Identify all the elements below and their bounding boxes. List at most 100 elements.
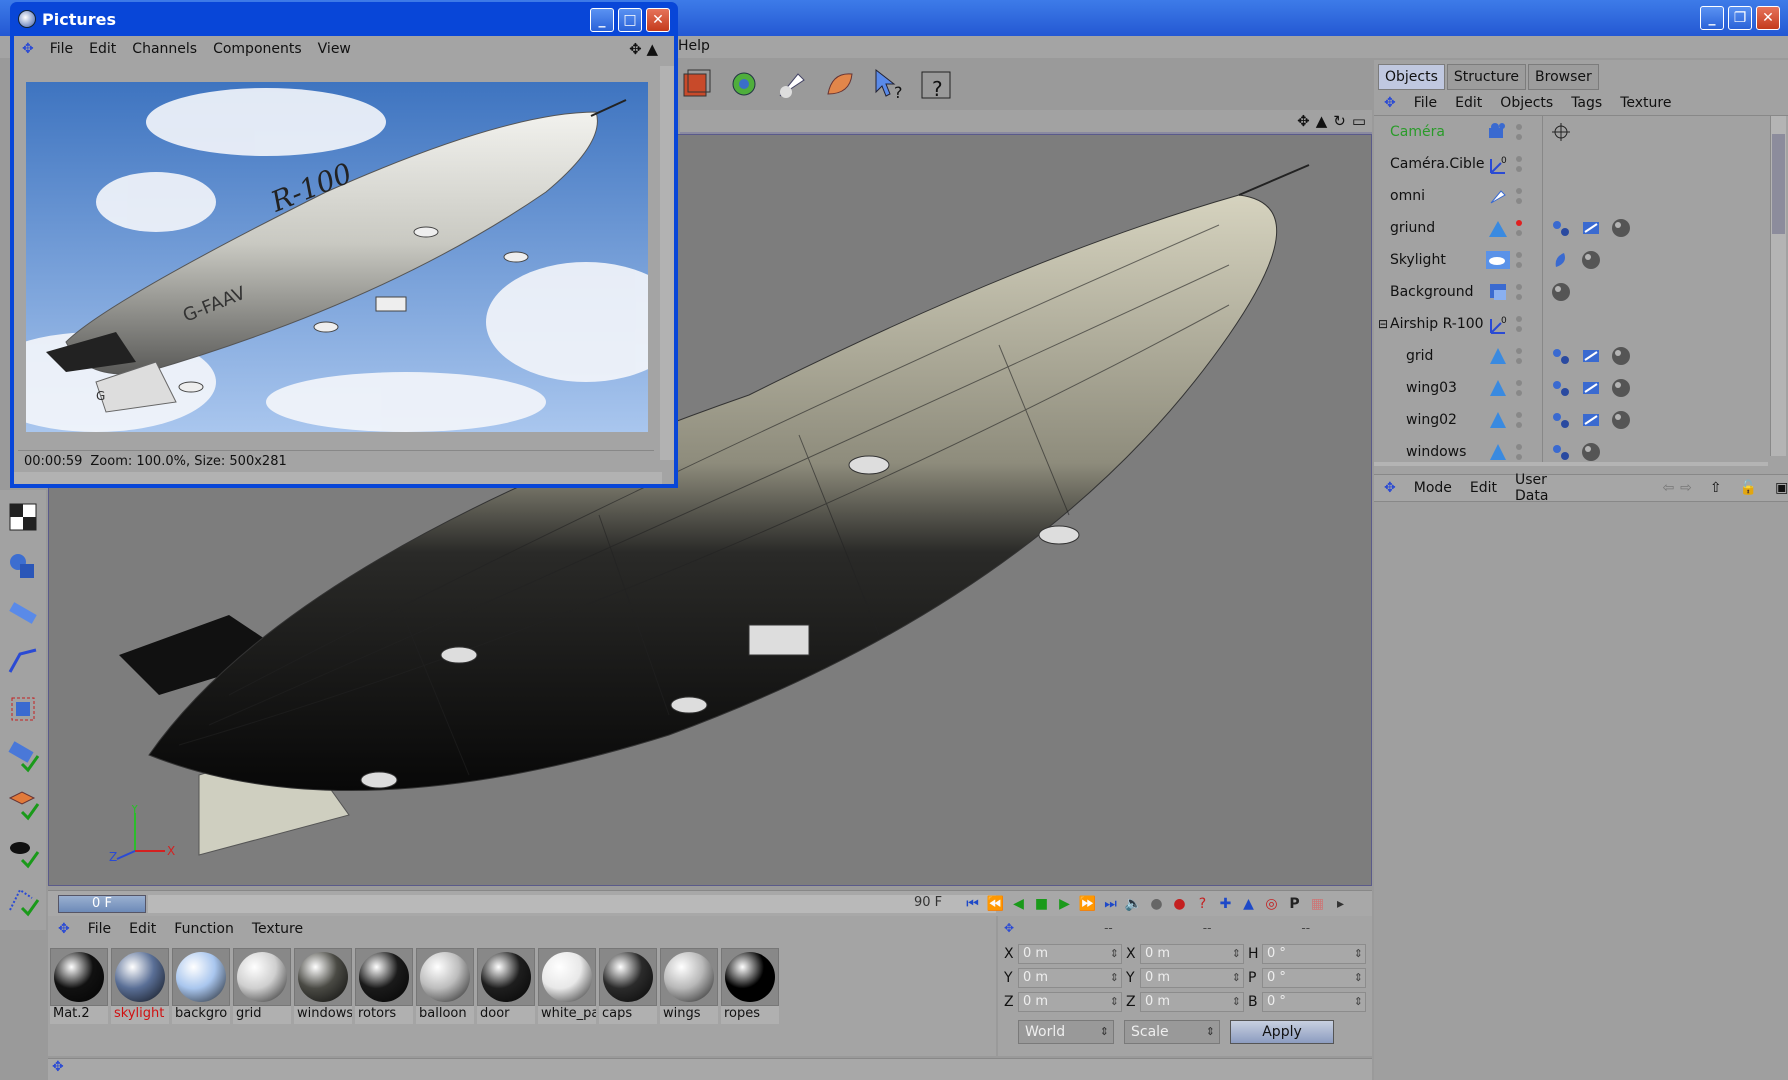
tab-objects[interactable]: Objects [1378, 64, 1445, 90]
material-tag-icon[interactable] [1608, 215, 1634, 241]
workplane-icon[interactable] [4, 880, 42, 922]
pictures-menu-components[interactable]: Components [213, 41, 302, 57]
back-arrow-icon[interactable]: ⇦ [1662, 480, 1674, 496]
position-key-icon[interactable]: ✚ [1215, 893, 1236, 915]
maximize-view-icon[interactable]: ▭ [1352, 112, 1366, 130]
am-menu-mode[interactable]: Mode [1414, 480, 1452, 496]
restore-icon[interactable]: ❐ [1728, 6, 1752, 30]
edge-tool-icon[interactable] [4, 592, 42, 634]
visibility-dots[interactable] [1516, 407, 1524, 433]
background-icon[interactable] [1484, 279, 1512, 305]
render-settings-icon[interactable] [724, 64, 764, 104]
texture-tag-icon[interactable] [1548, 247, 1574, 273]
material-item[interactable]: windows [294, 948, 352, 1024]
material-swatch[interactable] [50, 948, 108, 1006]
context-help-icon[interactable]: ? [916, 64, 956, 104]
am-menu-edit[interactable]: Edit [1470, 480, 1497, 496]
snap-icon[interactable] [4, 784, 42, 826]
material-swatch[interactable] [599, 948, 657, 1006]
coord-rot-input[interactable]: 0 ° [1262, 968, 1366, 988]
close-icon[interactable]: ✕ [646, 8, 670, 32]
coord-menu-icon[interactable]: ✥ [1004, 921, 1014, 935]
material-tag-icon[interactable] [1608, 343, 1634, 369]
coord-pos-input[interactable]: 0 m [1018, 944, 1122, 964]
om-menu-objects[interactable]: Objects [1500, 95, 1553, 111]
coord-rot-input[interactable]: 0 ° [1262, 992, 1366, 1012]
om-menu-file[interactable]: File [1414, 95, 1437, 111]
sky-icon[interactable] [1484, 247, 1512, 273]
timeline-slider[interactable] [148, 895, 996, 913]
phong-tag-icon[interactable] [1548, 407, 1574, 433]
apply-button[interactable]: Apply [1230, 1020, 1334, 1044]
autokey-icon[interactable]: ? [1192, 893, 1213, 915]
tab-browser[interactable]: Browser [1528, 64, 1599, 90]
move-view-icon[interactable]: ✥ [1297, 112, 1310, 130]
pictures-move-zoom-icons[interactable]: ✥ ▲ [629, 40, 658, 58]
om-menu-edit[interactable]: Edit [1455, 95, 1482, 111]
coord-rot-input[interactable]: 0 ° [1262, 944, 1366, 964]
null-object-icon[interactable]: 0 [1484, 311, 1512, 337]
visibility-dots[interactable] [1516, 247, 1524, 273]
play-forward-icon[interactable]: ▶ [1054, 893, 1075, 915]
coord-pos-input[interactable]: 0 m [1018, 968, 1122, 988]
pictures-vscrollbar[interactable] [660, 66, 674, 460]
om-menu-tags[interactable]: Tags [1571, 95, 1602, 111]
floor-icon[interactable] [1484, 215, 1512, 241]
prev-key-icon[interactable]: ⏪ [985, 893, 1006, 915]
expand-toggle-icon[interactable]: ⊟ [1378, 317, 1388, 331]
object-list-hscrollbar[interactable] [1374, 462, 1768, 466]
material-swatch[interactable] [721, 948, 779, 1006]
visibility-dots[interactable] [1516, 183, 1524, 209]
material-menu-file[interactable]: File [88, 921, 111, 937]
object-row[interactable]: wing03 [1374, 372, 1788, 404]
material-item[interactable]: rotors [355, 948, 413, 1024]
pictures-menu-edit[interactable]: Edit [89, 41, 116, 57]
visibility-dots[interactable] [1516, 151, 1524, 177]
visibility-dots[interactable] [1516, 375, 1524, 401]
coord-mode-select[interactable]: World [1018, 1020, 1114, 1044]
coord-size-input[interactable]: 0 m [1140, 944, 1244, 964]
timeline-menu-icon[interactable]: ▸ [1330, 893, 1351, 915]
material-swatch[interactable] [477, 948, 535, 1006]
coord-size-select[interactable]: Scale [1124, 1020, 1220, 1044]
phong-tag-icon[interactable] [1548, 375, 1574, 401]
polygon-object-icon[interactable] [1484, 343, 1512, 369]
pictures-titlebar[interactable]: Pictures [14, 2, 674, 36]
pictures-hscrollbar[interactable] [14, 472, 662, 484]
material-tool-icon[interactable] [820, 64, 860, 104]
visibility-dots[interactable] [1516, 311, 1524, 337]
polygon-object-icon[interactable] [1484, 375, 1512, 401]
render-region-icon[interactable] [676, 64, 716, 104]
rotate-view-icon[interactable]: ↻ [1333, 112, 1346, 130]
menu-help[interactable]: Help [678, 38, 710, 54]
pla-key-icon[interactable]: ▦ [1307, 893, 1328, 915]
goto-end-icon[interactable]: ⏭ [1100, 893, 1121, 915]
object-row[interactable]: wing02 [1374, 404, 1788, 436]
material-item[interactable]: skylight [111, 948, 169, 1024]
material-item[interactable]: wings [660, 948, 718, 1024]
object-list-scrollbar[interactable] [1770, 116, 1786, 456]
object-row[interactable]: Caméra.Cible 0 [1374, 148, 1788, 180]
material-swatch[interactable] [172, 948, 230, 1006]
minimize-icon[interactable]: _ [1700, 6, 1724, 30]
material-swatch[interactable] [294, 948, 352, 1006]
material-menu-edit[interactable]: Edit [129, 921, 156, 937]
camera-icon[interactable] [1484, 119, 1512, 145]
material-item[interactable]: backgro [172, 948, 230, 1024]
pictures-menu-file[interactable]: File [50, 41, 73, 57]
phong-tag-icon[interactable] [1548, 215, 1574, 241]
material-swatch[interactable] [233, 948, 291, 1006]
object-row[interactable]: Caméra [1374, 116, 1788, 148]
zoom-view-icon[interactable]: ▲ [1316, 112, 1328, 130]
material-item[interactable]: caps [599, 948, 657, 1024]
material-tag-icon[interactable] [1608, 407, 1634, 433]
help-pointer-icon[interactable]: ? [868, 64, 908, 104]
lock-icon[interactable]: 🔓 [1740, 480, 1757, 496]
pictures-menu-view[interactable]: View [318, 41, 351, 57]
pictures-menu-icon[interactable]: ✥ [22, 41, 34, 57]
material-item[interactable]: grid [233, 948, 291, 1024]
null-object-icon[interactable]: 0 [1484, 151, 1512, 177]
enable-axis-icon[interactable] [4, 736, 42, 778]
texture-tool-icon[interactable] [4, 688, 42, 730]
om-menu-icon[interactable]: ✥ [1384, 95, 1396, 111]
